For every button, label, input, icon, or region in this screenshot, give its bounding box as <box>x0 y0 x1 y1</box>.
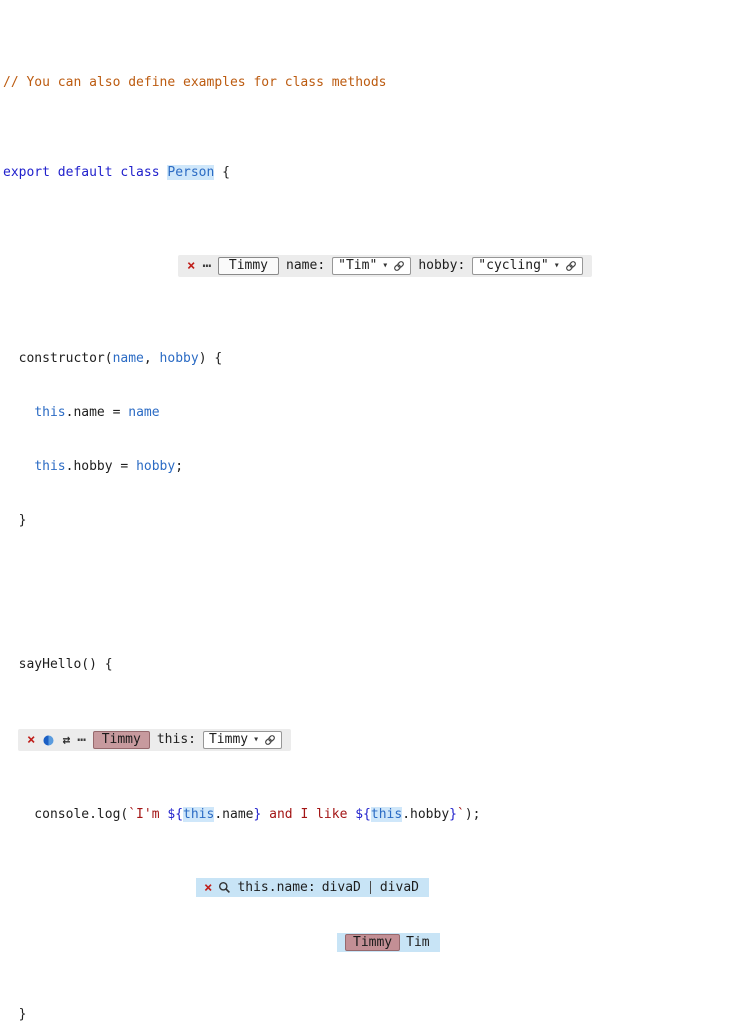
code-token: ; <box>175 459 183 474</box>
chevron-down-icon: ▾ <box>382 261 388 271</box>
param-value: "cycling" <box>478 257 548 275</box>
chevron-down-icon: ▾ <box>554 261 560 271</box>
this-selector[interactable]: Timmy ▾ <box>203 731 282 749</box>
string-token: and I like <box>261 807 355 822</box>
close-icon[interactable]: × <box>27 733 35 747</box>
link-icon[interactable] <box>565 260 577 272</box>
param-value: "Tim" <box>338 257 377 275</box>
template-delim: ${ <box>167 807 183 822</box>
link-icon[interactable] <box>264 734 276 746</box>
code-token: constructor( <box>3 351 113 366</box>
code-token: } <box>3 513 26 528</box>
this-token: this <box>34 405 65 420</box>
code-token <box>3 459 34 474</box>
sayhello-example-widget: × ⇄ ⋯ Timmy this: Timmy ▾ <box>18 729 291 751</box>
this-token: this <box>371 807 402 822</box>
param-token: hobby <box>160 351 199 366</box>
inline-result-sayhello-name: × this.name: divaD divaD <box>196 878 429 897</box>
blank-line <box>3 566 749 584</box>
this-token: this <box>183 807 214 822</box>
param-selector-hobby[interactable]: "cycling" ▾ <box>472 257 582 275</box>
code-token: ) { <box>199 351 222 366</box>
keyword-token: export default class <box>3 165 167 180</box>
template-delim: } <box>449 807 457 822</box>
comment-text: // You can also define examples for clas… <box>3 75 387 90</box>
code-line-close-brace: } <box>3 1006 749 1024</box>
code-line-comment: // You can also define examples for clas… <box>3 74 749 92</box>
code-line-assign-hobby: this.hobby = hobby; <box>3 458 749 476</box>
more-icon[interactable]: ⋯ <box>77 733 85 747</box>
magnifier-icon[interactable] <box>218 881 231 894</box>
code-line-close-brace: } <box>3 512 749 530</box>
code-editor: // You can also define examples for clas… <box>0 0 749 1032</box>
result-value: divaD <box>322 879 361 897</box>
string-token: ` <box>457 807 465 822</box>
example-name-pill[interactable]: Timmy <box>218 257 279 275</box>
value-separator <box>370 881 371 894</box>
param-selector-name[interactable]: "Tim" ▾ <box>332 257 411 275</box>
result-value: divaD <box>380 879 419 897</box>
code-token: sayHello() { <box>3 657 113 672</box>
toggle-icon[interactable] <box>42 734 55 747</box>
template-delim: } <box>253 807 261 822</box>
result-value: Tim <box>406 934 429 952</box>
inline-result-sayhello-example: Timmy Tim <box>337 933 440 952</box>
var-token: hobby <box>136 459 175 474</box>
code-token: console.log( <box>3 807 128 822</box>
code-line-sayhello: sayHello() { <box>3 656 749 674</box>
code-line-assign-name: this.name = name <box>3 404 749 422</box>
code-token: .hobby <box>402 807 449 822</box>
swap-icon[interactable]: ⇄ <box>62 734 70 747</box>
class-example-widget: × ⋯ Timmy name: "Tim" ▾ hobby: "cycling"… <box>178 255 592 277</box>
param-token: name <box>113 351 144 366</box>
close-icon[interactable]: × <box>187 259 195 273</box>
code-token: } <box>3 1007 26 1022</box>
string-token: `I'm <box>128 807 167 822</box>
class-name: Person <box>167 165 214 180</box>
var-token: name <box>128 405 159 420</box>
template-delim: ${ <box>355 807 371 822</box>
result-label: this.name: <box>237 879 315 897</box>
example-pill[interactable]: Timmy <box>93 731 150 749</box>
param-label-name: name: <box>286 257 325 275</box>
code-token: .name <box>214 807 253 822</box>
close-icon[interactable]: × <box>204 881 212 895</box>
code-line-constructor: constructor(name, hobby) { <box>3 350 749 368</box>
this-label: this: <box>157 731 196 749</box>
this-token: this <box>34 459 65 474</box>
this-value: Timmy <box>209 731 248 749</box>
chevron-down-icon: ▾ <box>253 735 259 745</box>
code-token: ); <box>465 807 481 822</box>
more-icon[interactable]: ⋯ <box>202 259 210 273</box>
code-token: .name = <box>66 405 129 420</box>
param-label-hobby: hobby: <box>418 257 465 275</box>
code-token <box>3 405 34 420</box>
code-line-class-decl: export default class Person { <box>3 164 749 182</box>
link-icon[interactable] <box>393 260 405 272</box>
code-token: { <box>214 165 230 180</box>
code-token: .hobby = <box>66 459 136 474</box>
code-token: , <box>144 351 160 366</box>
example-pill: Timmy <box>345 934 400 951</box>
code-line-console-log: console.log(`I'm ${this.name} and I like… <box>3 806 749 824</box>
